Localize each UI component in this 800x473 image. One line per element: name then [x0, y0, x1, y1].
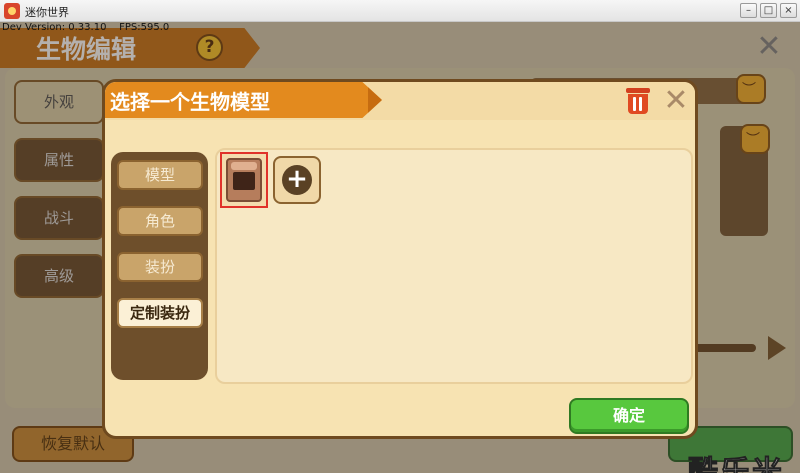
confirm-button[interactable]: 确定 [569, 398, 689, 434]
tab-label: 定制装扮 [129, 304, 190, 322]
model-category-panel: 模型 角色 装扮 定制装扮 [111, 152, 208, 380]
dialog-title: 选择一个生物模型 [110, 90, 270, 114]
window-titlebar: 迷你世界 – □ × [0, 0, 800, 22]
minimize-button[interactable]: – [740, 3, 757, 18]
tab-label: 装扮 [144, 258, 175, 276]
trash-icon[interactable] [625, 87, 651, 115]
plus-icon: + [282, 165, 312, 195]
app-icon [4, 3, 20, 19]
tab-character[interactable]: 角色 [117, 206, 203, 236]
tab-outfit[interactable]: 装扮 [117, 252, 203, 282]
dev-info: Dev Version: 0.33.10 FPS:595.0 [2, 22, 170, 33]
tab-model[interactable]: 模型 [117, 160, 203, 190]
add-model-button[interactable]: + [273, 156, 321, 204]
window-close-button[interactable]: × [780, 3, 797, 18]
model-grid: + [215, 148, 693, 384]
dialog-close-button[interactable]: ✕ [661, 86, 691, 116]
model-preview-icon [226, 158, 262, 202]
window-title: 迷你世界 [25, 6, 69, 19]
tab-label: 模型 [144, 166, 175, 184]
watermark-logo: 酷乐米 [688, 455, 784, 473]
tab-label: 角色 [144, 212, 175, 230]
dialog-title-ribbon: 选择一个生物模型 [105, 82, 382, 118]
maximize-button[interactable]: □ [760, 3, 777, 18]
select-model-dialog: 选择一个生物模型 ✕ 模型 角色 装扮 定制装扮 + 确定 [102, 79, 698, 439]
model-thumbnail-selected[interactable] [220, 152, 268, 208]
game-viewport: Dev Version: 0.33.10 FPS:595.0 生物编辑 ? ✕ … [0, 22, 800, 473]
tab-custom-outfit[interactable]: 定制装扮 [117, 298, 203, 328]
trash-body [628, 94, 648, 114]
trash-lid [626, 88, 650, 93]
